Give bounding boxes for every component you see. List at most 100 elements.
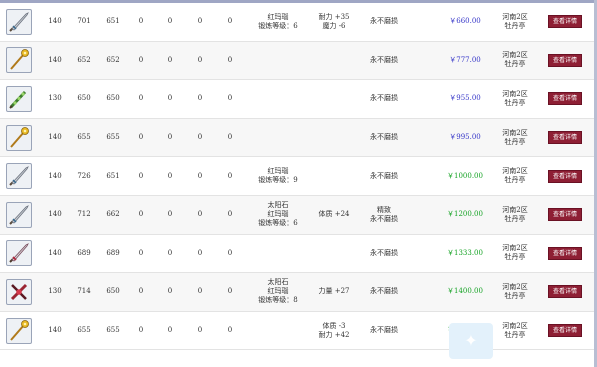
stat-z1-value: 0: [138, 248, 144, 257]
stat-z2-cell: 0: [161, 119, 179, 157]
server-cell-line: 牡丹亭: [504, 98, 526, 107]
view-details-button[interactable]: 查看详情: [547, 131, 582, 145]
stat-b-cell: 650: [102, 273, 124, 311]
stat-z2-cell: 0: [161, 157, 179, 195]
stat-z4-cell: 0: [221, 80, 239, 118]
stat-z4-value: 0: [227, 287, 233, 296]
durability-cell-line: 精致: [377, 205, 391, 214]
view-details-button[interactable]: 查看详情: [547, 53, 582, 67]
level-value: 130: [48, 287, 62, 296]
attribute-bonus-cell-line: 力量 +27: [318, 287, 350, 296]
stat-a-value: 701: [77, 17, 91, 26]
level-value: 140: [48, 133, 62, 142]
level-value: 140: [48, 248, 62, 257]
server-cell-line: 河南2区: [502, 167, 528, 176]
gem-forging-cell-line: 红玛瑙: [267, 12, 289, 21]
stat-a-value: 655: [77, 133, 91, 142]
level-cell: 140: [44, 196, 66, 234]
table-row: 1406556550000体质 -3耐力 +42永不磨损￥1635.00河南2区…: [0, 312, 597, 351]
attribute-bonus-cell: [310, 80, 358, 118]
stat-z3-cell: 0: [191, 119, 209, 157]
durability-cell-line: 永不磨损: [370, 287, 398, 296]
stat-b-cell: 651: [102, 157, 124, 195]
stat-a-cell: 701: [73, 3, 95, 41]
server-cell: 河南2区 牡丹亭: [494, 312, 536, 350]
attribute-bonus-cell: 体质 +24: [310, 196, 358, 234]
blade-weapon-icon: [6, 201, 32, 228]
level-value: 140: [48, 17, 62, 26]
view-details-button[interactable]: 查看详情: [547, 324, 582, 338]
table-row: 140 701 651 0 0 0 0 红玛瑙 锻炼等级：6 耐力 +35 魔力 -6 永不磨损 ￥66…: [0, 3, 597, 42]
price-value: ￥955.00: [449, 94, 481, 103]
view-details-button[interactable]: 查看详情: [547, 169, 582, 183]
stat-a-cell: 655: [73, 119, 95, 157]
gem-forging-cell-line: 锻炼等级：9: [258, 176, 298, 185]
server-cell: 河南2区 牡丹亭: [494, 157, 536, 195]
stat-z3-cell: 0: [191, 42, 209, 80]
table-row: 140 689 689 0 0 0 0 永不磨损 ￥1333.00 河南2区 牡丹亭 查看详情: [0, 235, 597, 274]
stat-b-value: 650: [106, 94, 120, 103]
durability-cell-line: 永不磨损: [370, 55, 398, 64]
durability-cell: 永不磨损: [360, 3, 408, 41]
gem-forging-cell-line: 太阳石: [267, 201, 289, 210]
attribute-bonus-cell: [310, 235, 358, 273]
price-value: ￥1200.00: [447, 210, 483, 219]
table-row: 140 712 662 0 0 0 0 太阳石 红玛瑙 锻炼等级：6 体质 +24 精致 永不磨损 ￥12…: [0, 195, 597, 235]
stat-b-cell: 662: [102, 196, 124, 234]
stat-z4-cell: 0: [221, 119, 239, 157]
stat-a-value: 689: [77, 248, 91, 257]
stat-z2-value: 0: [167, 133, 173, 142]
view-details-button[interactable]: 查看详情: [547, 15, 582, 29]
action-cell: 查看详情: [545, 157, 585, 195]
table-row: 130 650 650 0 0 0 0 永不磨损 ￥955.00 河南2区 牡丹亭 查看详情: [0, 80, 597, 119]
server-cell-line: 牡丹亭: [504, 253, 526, 262]
stat-z1-value: 0: [138, 55, 144, 64]
stat-z3-value: 0: [197, 94, 203, 103]
stat-b-value: 655: [106, 326, 120, 335]
blade-weapon-icon: [6, 163, 32, 190]
stat-z4-value: 0: [227, 210, 233, 219]
stat-z4-value: 0: [227, 326, 233, 335]
stat-z1-value: 0: [138, 210, 144, 219]
stat-b-cell: 655: [102, 312, 124, 350]
stat-z4-cell: 0: [221, 3, 239, 41]
stat-z2-cell: 0: [161, 312, 179, 350]
server-cell-line: 河南2区: [502, 89, 528, 98]
server-cell-line: 牡丹亭: [504, 214, 526, 223]
price-cell: ￥995.00: [436, 119, 494, 157]
view-details-button[interactable]: 查看详情: [547, 246, 582, 260]
action-cell: 查看详情: [545, 42, 585, 80]
golden-staff-icon: [6, 317, 32, 344]
level-value: 140: [48, 55, 62, 64]
stat-z1-cell: 0: [132, 235, 150, 273]
durability-cell: 永不磨损: [360, 235, 408, 273]
stat-b-value: 689: [106, 248, 120, 257]
view-details-button[interactable]: 查看详情: [547, 208, 582, 222]
stat-b-cell: 652: [102, 42, 124, 80]
stat-z1-value: 0: [138, 326, 144, 335]
durability-cell: 永不磨损: [360, 157, 408, 195]
stat-z1-value: 0: [138, 171, 144, 180]
stat-a-cell: 726: [73, 157, 95, 195]
stat-a-value: 726: [77, 171, 91, 180]
gem-forging-cell: [252, 42, 304, 80]
item-icon-cell: [4, 119, 34, 157]
action-cell: 查看详情: [545, 235, 585, 273]
server-cell-line: 河南2区: [502, 244, 528, 253]
view-details-button[interactable]: 查看详情: [547, 92, 582, 106]
item-icon-cell: [4, 42, 34, 80]
level-cell: 140: [44, 312, 66, 350]
price-value: ￥995.00: [449, 133, 481, 142]
durability-cell-line: 永不磨损: [370, 133, 398, 142]
view-details-button[interactable]: 查看详情: [547, 285, 582, 299]
price-cell: ￥777.00: [436, 42, 494, 80]
stat-z2-value: 0: [167, 55, 173, 64]
server-cell-line: 牡丹亭: [504, 291, 526, 300]
item-icon-cell: [4, 312, 34, 350]
server-cell: 河南2区 牡丹亭: [494, 3, 536, 41]
stat-a-cell: 712: [73, 196, 95, 234]
stat-z1-value: 0: [138, 287, 144, 296]
red-blade-icon: [6, 240, 32, 267]
stat-z3-cell: 0: [191, 312, 209, 350]
server-cell: 河南2区 牡丹亭: [494, 235, 536, 273]
